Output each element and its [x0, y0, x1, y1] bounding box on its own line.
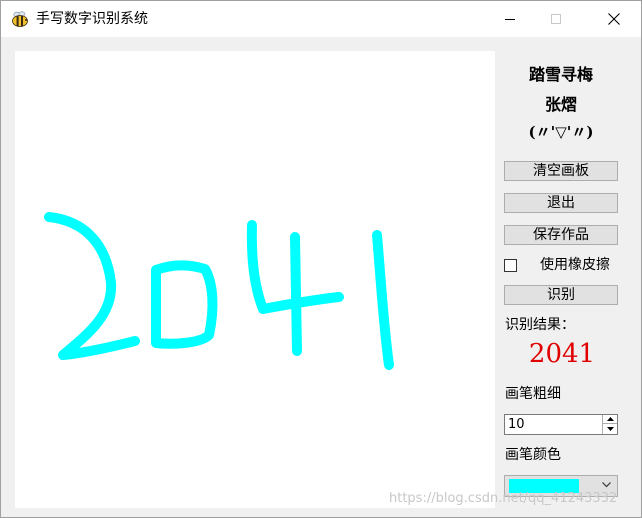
recognize-button[interactable]: 识别: [504, 285, 618, 305]
chevron-down-icon: [606, 426, 614, 431]
eraser-checkbox-label[interactable]: 使用橡皮擦: [540, 256, 610, 274]
stroke-digit-1: [372, 230, 394, 370]
stroke-digit-4-vertical: [290, 232, 302, 356]
spin-up-button[interactable]: [603, 415, 617, 424]
result-value: 2041: [528, 339, 596, 369]
author-emoticon: (〃'▽'〃): [528, 123, 594, 141]
window-title: 手写数字识别系统: [36, 11, 148, 27]
minimize-icon: [505, 19, 515, 20]
stroke-digit-2: [44, 212, 140, 360]
close-icon: [608, 13, 620, 25]
chevron-up-icon: [606, 417, 614, 421]
bee-icon: [12, 11, 28, 27]
minimize-button[interactable]: [487, 1, 533, 37]
result-label: 识别结果：: [505, 317, 575, 333]
eraser-checkbox[interactable]: [504, 259, 517, 272]
author-name: 踏雪寻梅: [528, 65, 593, 84]
pen-width-label: 画笔粗细: [505, 386, 561, 402]
handwritten-strokes: [44, 212, 394, 370]
clear-canvas-button[interactable]: 清空画板: [504, 161, 618, 181]
spin-arrows: [602, 415, 617, 434]
control-panel: 踏雪寻梅 张熠 (〃'▽'〃) 清空画板 退出 保存作品 使用橡皮擦 识别 识别…: [496, 37, 641, 517]
app-window: 手写数字识别系统 踏雪寻梅 张熠 (〃'▽'〃) 清空画板 退出 保存作品 使用…: [0, 0, 642, 518]
spin-down-button[interactable]: [603, 424, 617, 433]
watermark: https://blog.csdn.net/qq_41243332: [389, 491, 618, 506]
pen-width-value[interactable]: 10: [508, 416, 525, 433]
maximize-icon: [551, 14, 561, 24]
exit-button[interactable]: 退出: [504, 193, 618, 213]
close-button[interactable]: [591, 1, 637, 37]
author-real-name: 张熠: [544, 95, 577, 114]
stroke-digit-0: [151, 260, 218, 349]
pen-width-spinbox[interactable]: 10: [504, 414, 618, 435]
chevron-down-icon: [602, 482, 611, 488]
title-bar[interactable]: 手写数字识别系统: [1, 1, 641, 37]
pen-color-label: 画笔颜色: [505, 447, 561, 463]
drawing-canvas[interactable]: [15, 51, 495, 508]
maximize-button[interactable]: [533, 1, 579, 37]
save-work-button[interactable]: 保存作品: [504, 225, 618, 245]
